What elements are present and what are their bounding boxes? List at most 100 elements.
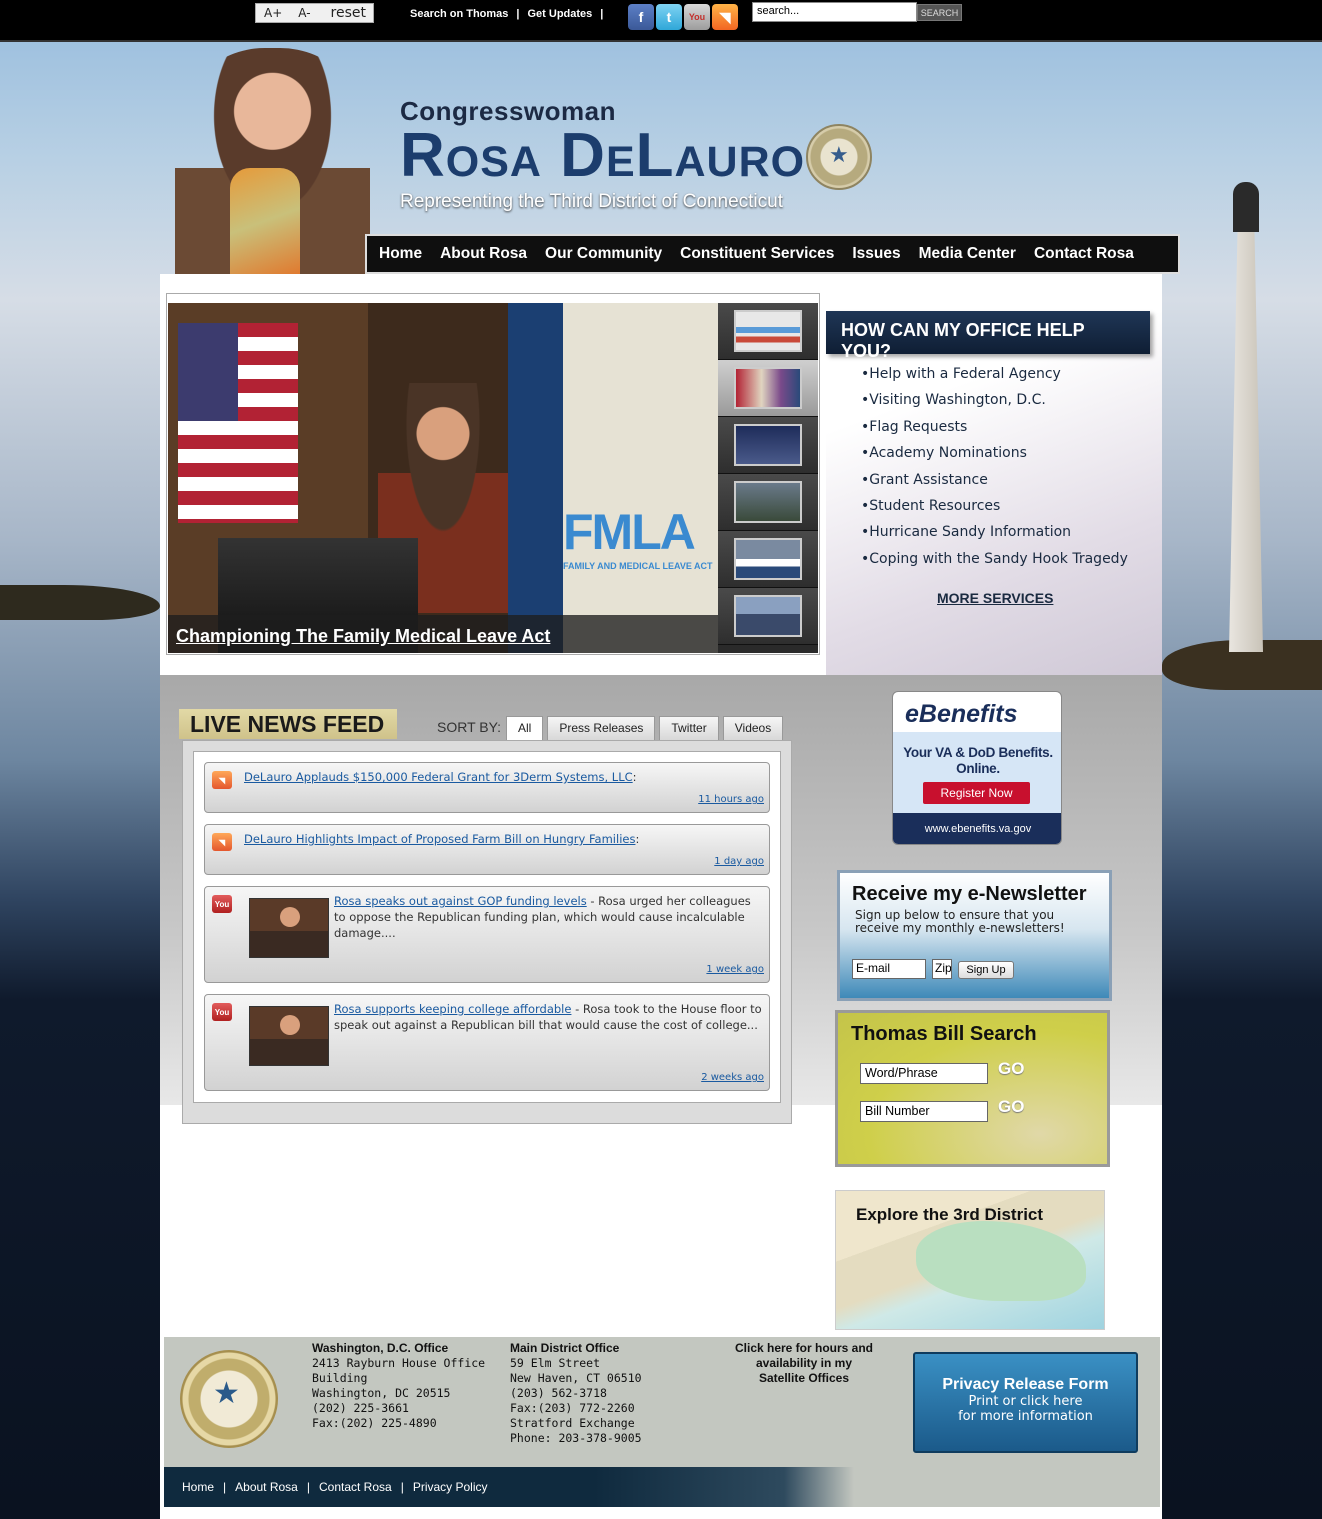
address-line: Washington, DC 20515: [312, 1386, 451, 1400]
nav-media-center[interactable]: Media Center: [910, 245, 1025, 263]
congresswoman-portrait: [175, 48, 370, 274]
tab-press-releases[interactable]: Press Releases: [547, 716, 656, 740]
privacy-release-button[interactable]: Privacy Release Form Print or click here…: [913, 1352, 1138, 1453]
feed-item-link[interactable]: Rosa speaks out against GOP funding leve…: [334, 894, 587, 908]
youtube-icon: You: [212, 895, 232, 913]
slideshow-thumb[interactable]: [718, 474, 818, 531]
youtube-icon: You: [212, 1003, 232, 1021]
feed-item-time[interactable]: 11 hours ago: [698, 794, 764, 805]
feed-item-time[interactable]: 1 week ago: [706, 964, 764, 975]
slideshow-caption[interactable]: Championing The Family Medical Leave Act: [176, 626, 550, 647]
nav-issues[interactable]: Issues: [843, 245, 909, 263]
address-line: 2413 Rayburn House Office: [312, 1356, 486, 1370]
feed-item-link[interactable]: DeLauro Highlights Impact of Proposed Fa…: [244, 832, 635, 846]
portrait-scarf: [230, 168, 300, 274]
phrase-go-button[interactable]: GO: [998, 1059, 1024, 1079]
tab-twitter[interactable]: Twitter: [659, 716, 719, 740]
zip-field[interactable]: Zip: [932, 959, 952, 979]
get-updates-link[interactable]: Get Updates: [528, 8, 593, 20]
slideshow-image[interactable]: FMLA FAMILY AND MEDICAL LEAVE ACT: [168, 303, 718, 653]
slideshow-thumb[interactable]: [718, 531, 818, 588]
feed-item-link[interactable]: Rosa supports keeping college affordable: [334, 1002, 571, 1016]
newsletter-subtitle: Sign up below to ensure that you receive…: [855, 908, 1065, 935]
help-link-visiting-dc[interactable]: Visiting Washington, D.C.: [869, 392, 1046, 408]
rss-icon: ◥: [212, 833, 232, 851]
font-decrease-button[interactable]: A-: [290, 6, 318, 20]
help-link-grant-assistance[interactable]: Grant Assistance: [869, 472, 988, 488]
font-increase-button[interactable]: A+: [256, 6, 290, 20]
feed-item-time[interactable]: 2 weeks ago: [701, 1072, 764, 1083]
rss-icon[interactable]: ◥: [712, 4, 738, 30]
tab-videos[interactable]: Videos: [722, 716, 784, 740]
footer-link-contact-rosa[interactable]: Contact Rosa: [319, 1480, 392, 1494]
district-subtitle: Representing the Third District of Conne…: [400, 191, 783, 212]
help-item: Help with a Federal Agency: [861, 366, 1128, 392]
tab-all[interactable]: All: [506, 716, 544, 740]
district-office-title: Main District Office: [510, 1341, 620, 1355]
slideshow-thumb-active[interactable]: [718, 360, 818, 417]
footer-link-about-rosa[interactable]: About Rosa: [235, 1480, 298, 1494]
help-item: Flag Requests: [861, 419, 1128, 445]
slideshow-thumbnails: [718, 303, 818, 653]
bill-number-field[interactable]: Bill Number: [860, 1101, 988, 1122]
facebook-icon[interactable]: f: [628, 4, 654, 30]
sign-up-button[interactable]: Sign Up: [958, 961, 1014, 979]
search-button[interactable]: SEARCH: [917, 4, 962, 21]
feed-item-title: DeLauro Highlights Impact of Proposed Fa…: [244, 832, 639, 846]
separator: |: [600, 8, 604, 20]
house-seal-icon: [806, 124, 872, 190]
bill-go-button[interactable]: GO: [998, 1097, 1024, 1117]
nav-constituent-services[interactable]: Constituent Services: [671, 245, 843, 263]
ebenefits-logo: eBenefits: [905, 700, 1018, 728]
address-line: Fax:(203) 772-2260: [510, 1401, 635, 1415]
ebenefits-url: www.ebenefits.va.gov: [893, 813, 1061, 844]
video-thumbnail[interactable]: [249, 1006, 329, 1066]
slideshow-thumb[interactable]: [718, 303, 818, 360]
help-link-sandy-hook[interactable]: Coping with the Sandy Hook Tragedy: [869, 551, 1128, 567]
address-line: Stratford Exchange: [510, 1416, 635, 1430]
help-link-flag-requests[interactable]: Flag Requests: [869, 419, 967, 435]
help-title: HOW CAN MY OFFICE HELP YOU?: [826, 311, 1150, 361]
search-thomas-link[interactable]: Search on Thomas: [410, 8, 508, 20]
twitter-icon[interactable]: t: [656, 4, 682, 30]
search-input[interactable]: search...: [752, 2, 917, 22]
site-title: Congresswoman Rosa DeLauro Representing …: [400, 96, 805, 213]
address-line: 59 Elm Street: [510, 1356, 601, 1370]
explore-district-map[interactable]: Explore the 3rd District: [835, 1190, 1105, 1330]
help-link-hurricane-sandy[interactable]: Hurricane Sandy Information: [869, 524, 1071, 540]
more-services-link[interactable]: MORE SERVICES: [937, 590, 1053, 606]
font-reset-button[interactable]: reset: [323, 5, 374, 21]
nav-our-community[interactable]: Our Community: [536, 245, 671, 263]
slideshow-thumb[interactable]: [718, 588, 818, 645]
address-line: Fax:(202) 225-4890: [312, 1416, 437, 1430]
help-link-student-resources[interactable]: Student Resources: [869, 498, 1000, 514]
feed-item-time[interactable]: 1 day ago: [714, 856, 764, 867]
email-field[interactable]: E-mail: [852, 959, 926, 979]
help-link-academy-nominations[interactable]: Academy Nominations: [869, 445, 1027, 461]
district-office-address: Main District Office 59 Elm Street New H…: [510, 1341, 642, 1446]
help-item: Coping with the Sandy Hook Tragedy: [861, 551, 1128, 577]
feed-item-suffix: :: [632, 770, 637, 784]
feed-item-link[interactable]: DeLauro Applauds $150,000 Federal Grant …: [244, 770, 633, 784]
address-line: Phone: 203-378-9005: [510, 1431, 642, 1445]
slideshow-thumb[interactable]: [718, 417, 818, 474]
satellite-offices-link[interactable]: Click here for hours and availability in…: [732, 1341, 876, 1386]
feed-item: You Rosa supports keeping college afford…: [204, 994, 770, 1091]
register-now-button[interactable]: Register Now: [923, 782, 1030, 804]
footer-link-home[interactable]: Home: [182, 1480, 214, 1494]
privacy-title: Privacy Release Form: [942, 1376, 1109, 1393]
ebenefits-tagline: Your VA & DoD Benefits. Online.: [903, 745, 1053, 776]
newsletter-title: Receive my e-Newsletter: [852, 883, 1087, 905]
ebenefits-banner[interactable]: eBenefits Your VA & DoD Benefits. Online…: [892, 691, 1062, 845]
help-link-federal-agency[interactable]: Help with a Federal Agency: [869, 366, 1061, 382]
word-phrase-field[interactable]: Word/Phrase: [860, 1063, 988, 1084]
nav-contact-rosa[interactable]: Contact Rosa: [1025, 245, 1143, 263]
footer-link-privacy-policy[interactable]: Privacy Policy: [413, 1480, 488, 1494]
nav-home[interactable]: Home: [370, 245, 431, 263]
news-feed-title: LIVE NEWS FEED: [179, 709, 397, 739]
youtube-icon[interactable]: You: [684, 4, 710, 30]
main-nav: Home About Rosa Our Community Constituen…: [365, 234, 1180, 274]
map-land: [916, 1221, 1086, 1301]
nav-about-rosa[interactable]: About Rosa: [431, 245, 536, 263]
video-thumbnail[interactable]: [249, 898, 329, 958]
